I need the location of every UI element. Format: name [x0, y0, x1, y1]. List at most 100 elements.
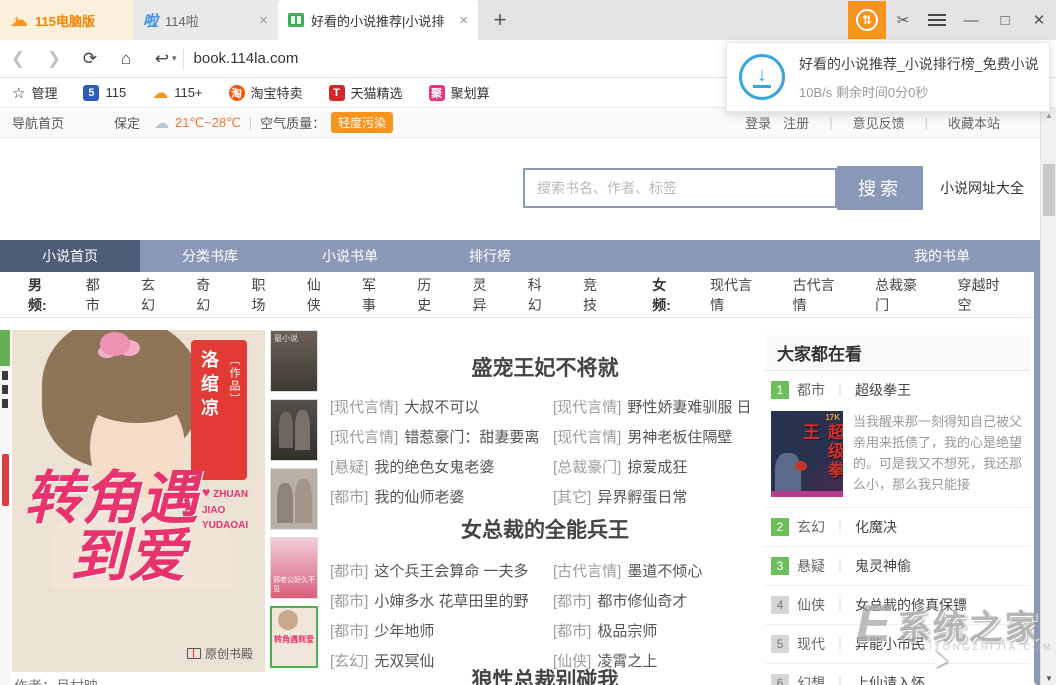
- scrollbar-thumb[interactable]: [1043, 164, 1055, 216]
- tab-115[interactable]: ☁+ 115电脑版: [0, 0, 133, 40]
- forward-icon[interactable]: ❯: [36, 49, 72, 69]
- author-stamp: 洛绾凉 〔作品〕: [191, 340, 247, 480]
- book-link[interactable]: [都市]极品宗师: [553, 620, 762, 641]
- cat-zongcaihaomen[interactable]: 总裁豪门: [875, 275, 929, 315]
- minimize-button[interactable]: —: [954, 1, 988, 39]
- cat-xianxia[interactable]: 仙侠: [307, 275, 334, 315]
- book-link[interactable]: [总裁豪门]掠爱成狂: [553, 456, 762, 477]
- thumbnail-4[interactable]: 邪老公好久不见: [270, 537, 318, 599]
- cat-qihuan[interactable]: 奇幻: [196, 275, 223, 315]
- close-tab-icon[interactable]: ×: [459, 12, 468, 29]
- cat-junshi[interactable]: 军事: [362, 275, 389, 315]
- book-link[interactable]: [都市]这个兵王会算命 一夫多: [330, 560, 539, 581]
- book-link[interactable]: [现代言情]野性娇妻难驯服 日: [553, 396, 762, 417]
- rank-badge: 6: [771, 674, 789, 685]
- nav-category-library[interactable]: 分类书库: [140, 240, 280, 272]
- cat-dushi[interactable]: 都市: [86, 275, 113, 315]
- rank-item-1[interactable]: 1 都市 ｜ 超级拳王: [765, 371, 1030, 409]
- scrollbar[interactable]: ▲ ▼: [1040, 108, 1056, 685]
- rank-badge: 5: [771, 635, 789, 653]
- cat-gudaiyanqing[interactable]: 古代言情: [793, 275, 847, 315]
- book-link[interactable]: [都市]小婶多水 花草田里的野: [330, 590, 539, 611]
- cat-zhichang[interactable]: 职场: [252, 275, 279, 315]
- book-link[interactable]: [现代言情]大叔不可以: [330, 396, 539, 417]
- thumbnail-5-active[interactable]: 转角遇到爱: [270, 606, 318, 668]
- search-input[interactable]: [523, 168, 837, 208]
- cover-caption: 作者：月村映: [14, 676, 98, 685]
- thumbnail-1[interactable]: 最小说: [270, 330, 318, 392]
- maximize-button[interactable]: □: [988, 1, 1022, 39]
- book-link[interactable]: [悬疑]我的绝色女鬼老婆: [330, 456, 539, 477]
- snip-button[interactable]: ✂: [886, 1, 920, 39]
- register-link[interactable]: 注册: [783, 113, 809, 132]
- bookmark-juhuasuan[interactable]: 聚 聚划算: [429, 83, 490, 102]
- book-link[interactable]: [都市]少年地师: [330, 620, 539, 641]
- rank-item-4[interactable]: 4 仙侠 ｜ 女总裁的修真保镖: [765, 586, 1030, 625]
- login-link[interactable]: 登录: [745, 113, 771, 132]
- bookmark-115[interactable]: 5 115: [83, 85, 126, 101]
- bookmark-tmall[interactable]: T 天猫精选: [329, 83, 403, 102]
- rank-badge: 1: [771, 381, 789, 399]
- close-tab-icon[interactable]: ×: [259, 12, 268, 29]
- book-link[interactable]: [都市]都市修仙奇才: [553, 590, 762, 611]
- book-link[interactable]: [古代言情]墨道不倾心: [553, 560, 762, 581]
- book-link[interactable]: [现代言情]男神老板住隔壁: [553, 426, 762, 447]
- speed-mode-button[interactable]: ⇅: [848, 1, 886, 39]
- thumbnail-3[interactable]: [270, 468, 318, 530]
- search-button[interactable]: 搜索: [837, 166, 923, 210]
- nav-rankings[interactable]: 排行榜: [420, 240, 560, 272]
- category-row: 男频: 都市 玄幻 奇幻 职场 仙侠 军事 历史 灵异 科幻 竞技 女频: 现代…: [0, 272, 1040, 318]
- tab-novel-active[interactable]: 好看的小说推荐|小说排 ×: [278, 0, 478, 40]
- bookmark-manage[interactable]: ☆ 管理: [12, 83, 57, 102]
- cat-kehuan[interactable]: 科幻: [528, 275, 555, 315]
- cat-lishi[interactable]: 历史: [417, 275, 444, 315]
- close-button[interactable]: ✕: [1022, 1, 1056, 39]
- nav-my-booklist[interactable]: 我的书单: [914, 240, 970, 272]
- rank-item-2[interactable]: 2 玄幻 ｜ 化魔决: [765, 508, 1030, 547]
- section-title-1[interactable]: 盛宠王妃不将就: [330, 352, 760, 382]
- book-link[interactable]: [都市]我的仙师老婆: [330, 486, 539, 507]
- menu-button[interactable]: [920, 1, 954, 39]
- feedback-link[interactable]: 意见反馈: [853, 113, 905, 132]
- bookmark-taobao[interactable]: 淘 淘宝特卖: [229, 83, 303, 102]
- book-link[interactable]: [其它]异界孵蛋日常: [553, 486, 762, 507]
- new-tab-button[interactable]: +: [478, 0, 522, 40]
- scroll-down-icon[interactable]: ▼: [1041, 674, 1056, 683]
- rank-1-cover[interactable]: 17K 超级拳王: [771, 411, 843, 497]
- url-text[interactable]: book.114la.com: [194, 50, 299, 67]
- featured-book-cover[interactable]: 洛绾凉 〔作品〕 转角遇 到爱 ♥ ZHUAN JIAO YUDAOAI 原创书…: [12, 330, 265, 672]
- chevron-down-icon[interactable]: ▾: [172, 53, 177, 64]
- cat-jingji[interactable]: 竞技: [583, 275, 610, 315]
- section-title-2[interactable]: 女总裁的全能兵王: [330, 514, 760, 544]
- rank-item-6[interactable]: 6 幻想 ｜ 上仙请入怀: [765, 664, 1030, 685]
- bookmark-115plus[interactable]: ☁ 115+: [152, 85, 202, 101]
- favorite-site-link[interactable]: 收藏本站: [948, 113, 1000, 132]
- star-icon: ☆: [12, 84, 25, 102]
- nav-home-link[interactable]: 导航首页: [12, 113, 64, 132]
- rank-item-3[interactable]: 3 悬疑 ｜ 鬼灵神偷: [765, 547, 1030, 586]
- nav-book-lists[interactable]: 小说书单: [280, 240, 420, 272]
- cat-xuanhuan[interactable]: 玄幻: [141, 275, 168, 315]
- refresh-icon[interactable]: ⟳: [72, 49, 108, 69]
- cover-title: 转角遇 到爱: [24, 470, 198, 586]
- rank-item-5[interactable]: 5 现代 ｜ 异能小市民: [765, 625, 1030, 664]
- home-icon[interactable]: ⌂: [108, 49, 144, 69]
- section-title-3[interactable]: 狼性总裁别碰我: [330, 664, 760, 685]
- download-popup[interactable]: ↓ 好看的小说推荐_小说排行榜_免费小说... 10B/s 剩余时间0分0秒: [726, 42, 1050, 112]
- bookmark-115-icon: 5: [83, 85, 99, 101]
- thumbnail-2[interactable]: [270, 399, 318, 461]
- cat-lingyi[interactable]: 灵异: [473, 275, 500, 315]
- rain-cloud-icon: ☁: [154, 114, 169, 132]
- rank-1-detail[interactable]: 17K 超级拳王 当我醒来那一刻得知自己被父亲用来抵债了，我的心是绝望的。可是我…: [765, 409, 1030, 508]
- female-channel-label: 女频:: [652, 275, 684, 315]
- sync-icon: ⇅: [856, 9, 878, 31]
- nav-novel-home[interactable]: 小说首页: [0, 240, 140, 272]
- back-icon[interactable]: ❮: [0, 49, 36, 69]
- book-link[interactable]: [现代言情]错惹豪门：甜妻要离: [330, 426, 539, 447]
- scroll-up-icon[interactable]: ▲: [1041, 111, 1056, 120]
- cat-chuanyueshikong[interactable]: 穿越时空: [958, 275, 1012, 315]
- tab-114la[interactable]: 啦 114啦 ×: [133, 0, 278, 40]
- cat-xiandaiyanqing[interactable]: 现代言情: [710, 275, 764, 315]
- novel-sites-link[interactable]: 小说网址大全: [940, 178, 1024, 198]
- browser-window: ☁+ 115电脑版 啦 114啦 × 好看的小说推荐|小说排 × + ⇅ ✂ —…: [0, 0, 1056, 685]
